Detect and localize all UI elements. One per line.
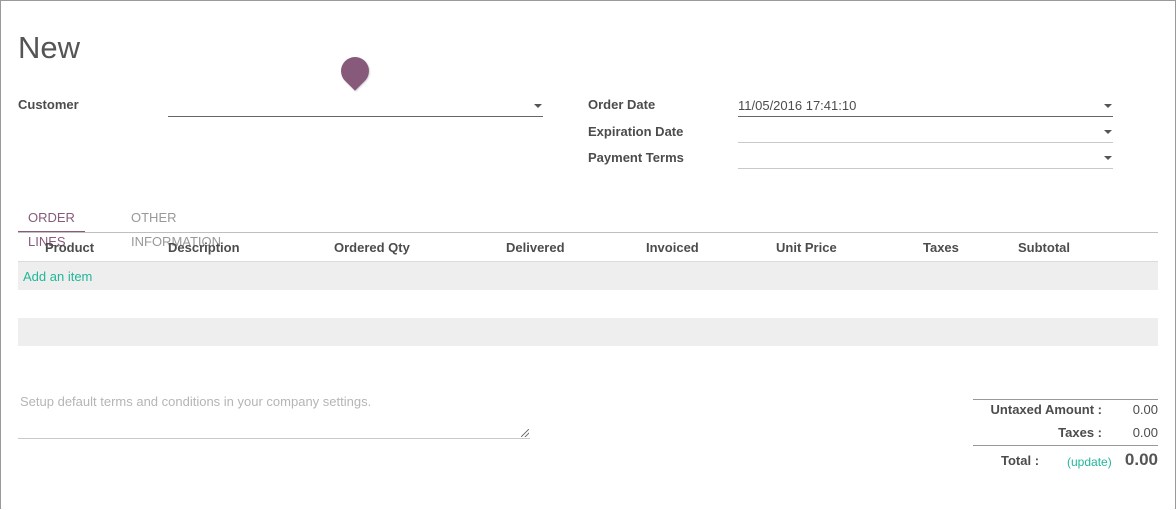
untaxed-amount-value: 0.00	[1132, 402, 1158, 417]
column-header-delivered[interactable]: Delivered	[506, 240, 565, 255]
column-header-unit-price[interactable]: Unit Price	[776, 240, 837, 255]
column-header-description[interactable]: Description	[168, 240, 240, 255]
table-row	[18, 318, 1158, 346]
taxes-value: 0.00	[1132, 425, 1158, 440]
column-header-taxes[interactable]: Taxes	[923, 240, 959, 255]
untaxed-amount-label: Untaxed Amount :	[990, 402, 1102, 417]
tab-order-lines[interactable]: ORDER LINES	[18, 206, 85, 249]
customer-label: Customer	[18, 97, 79, 112]
order-date-value: 11/05/2016 17:41:10	[738, 98, 857, 113]
total-value: 0.00	[1124, 450, 1158, 469]
expiration-date-field[interactable]	[738, 122, 1113, 143]
order-date-label: Order Date	[588, 97, 656, 112]
chevron-down-icon[interactable]	[1104, 104, 1112, 108]
divider	[973, 445, 1158, 446]
taxes-label: Taxes :	[1058, 425, 1102, 440]
divider	[973, 399, 1158, 400]
resize-handle-icon[interactable]	[521, 429, 529, 437]
notes-placeholder: Setup default terms and conditions in yo…	[20, 394, 372, 409]
chevron-down-icon[interactable]	[534, 104, 542, 108]
expiration-date-label: Expiration Date	[588, 124, 684, 139]
payment-terms-label: Payment Terms	[588, 150, 684, 165]
add-item-link[interactable]: Add an item	[23, 269, 92, 284]
table-row: Add an item	[18, 262, 1158, 290]
column-header-ordered-qty[interactable]: Ordered Qty	[334, 240, 410, 255]
chevron-down-icon[interactable]	[1104, 130, 1112, 134]
order-date-field[interactable]: 11/05/2016 17:41:10	[738, 96, 1113, 117]
chevron-down-icon[interactable]	[1104, 156, 1112, 160]
tab-other-information[interactable]: OTHER INFORMATION	[121, 206, 231, 249]
update-link[interactable]: (update)	[1067, 455, 1112, 469]
column-header-subtotal[interactable]: Subtotal	[1018, 240, 1070, 255]
column-header-product[interactable]: Product	[45, 240, 94, 255]
page-title: New	[18, 30, 81, 65]
customer-field[interactable]	[168, 96, 543, 117]
total-label: Total :	[1001, 453, 1040, 468]
order-lines-header: Product Description Ordered Qty Delivere…	[18, 232, 1158, 262]
terms-notes-field[interactable]: Setup default terms and conditions in yo…	[18, 390, 530, 439]
column-header-invoiced[interactable]: Invoiced	[646, 240, 699, 255]
payment-terms-field[interactable]	[738, 148, 1113, 169]
